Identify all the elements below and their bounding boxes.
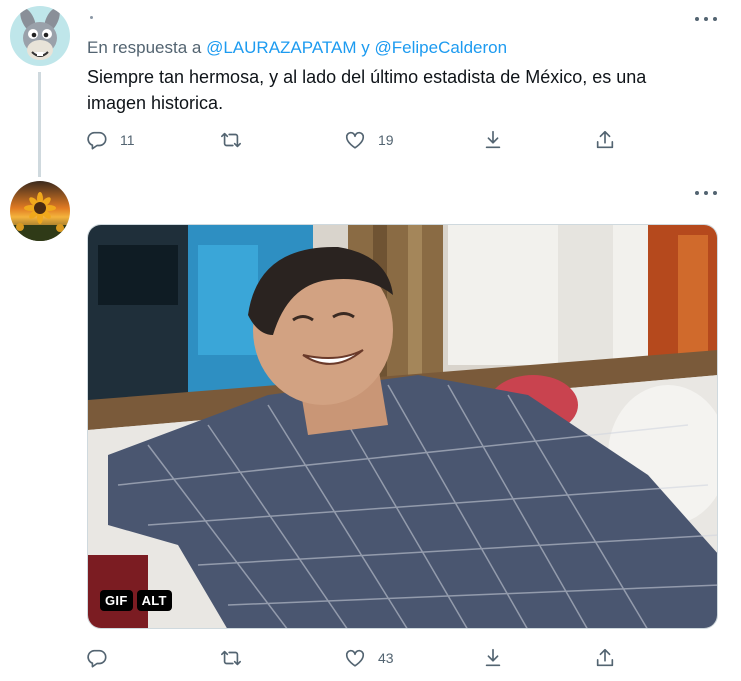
share-button[interactable] bbox=[594, 125, 616, 155]
tweet-reply-2: GIF ALT 43 bbox=[0, 170, 741, 681]
reply-icon bbox=[87, 649, 107, 668]
reply-button[interactable]: 11 bbox=[86, 125, 135, 155]
mention-conjunction: y bbox=[361, 38, 370, 57]
alt-text-badge[interactable]: ALT bbox=[136, 590, 172, 611]
retweet-button[interactable] bbox=[220, 125, 254, 155]
share-icon bbox=[596, 130, 614, 149]
retweet-button[interactable] bbox=[220, 643, 254, 673]
mention-felipecalderon-link[interactable]: @FelipeCalderon bbox=[375, 38, 508, 57]
more-icon bbox=[695, 17, 699, 21]
tweet-actions: 11 19 bbox=[82, 125, 642, 155]
media-badges: GIF ALT bbox=[100, 590, 172, 611]
thread-connector-line bbox=[38, 72, 41, 177]
download-button[interactable] bbox=[482, 643, 504, 673]
more-icon bbox=[695, 191, 699, 195]
download-icon bbox=[485, 130, 501, 149]
replying-to-line: En respuesta a @LAURAZAPATAM y @FelipeCa… bbox=[87, 38, 507, 58]
mention-laurazapatam-link[interactable]: @LAURAZAPATAM bbox=[206, 38, 356, 57]
share-button[interactable] bbox=[594, 643, 616, 673]
like-count: 43 bbox=[378, 650, 394, 666]
reply-count: 11 bbox=[120, 132, 135, 148]
reply-icon bbox=[87, 131, 107, 150]
gif-media[interactable] bbox=[87, 224, 718, 629]
like-icon bbox=[345, 131, 365, 149]
user-avatar-sunflower[interactable] bbox=[10, 181, 70, 241]
like-count: 19 bbox=[378, 132, 394, 148]
like-icon bbox=[345, 649, 365, 667]
more-options-button[interactable] bbox=[695, 12, 717, 26]
like-button[interactable]: 19 bbox=[344, 125, 394, 155]
reply-prefix: En respuesta a bbox=[87, 38, 202, 57]
retweet-icon bbox=[221, 132, 241, 148]
gif-badge: GIF bbox=[100, 590, 133, 611]
more-options-button[interactable] bbox=[695, 186, 717, 200]
header-dot bbox=[90, 16, 93, 19]
reply-button[interactable] bbox=[86, 643, 120, 673]
download-button[interactable] bbox=[482, 125, 504, 155]
like-button[interactable]: 43 bbox=[344, 643, 394, 673]
user-avatar-donkey[interactable] bbox=[10, 6, 70, 66]
tweet-reply-1: En respuesta a @LAURAZAPATAM y @FelipeCa… bbox=[0, 0, 741, 177]
tweet-text: Siempre tan hermosa, y al lado del últim… bbox=[87, 67, 647, 113]
download-icon bbox=[485, 648, 501, 667]
retweet-icon bbox=[221, 650, 241, 666]
share-icon bbox=[596, 648, 614, 667]
tweet-actions: 43 bbox=[82, 643, 642, 673]
